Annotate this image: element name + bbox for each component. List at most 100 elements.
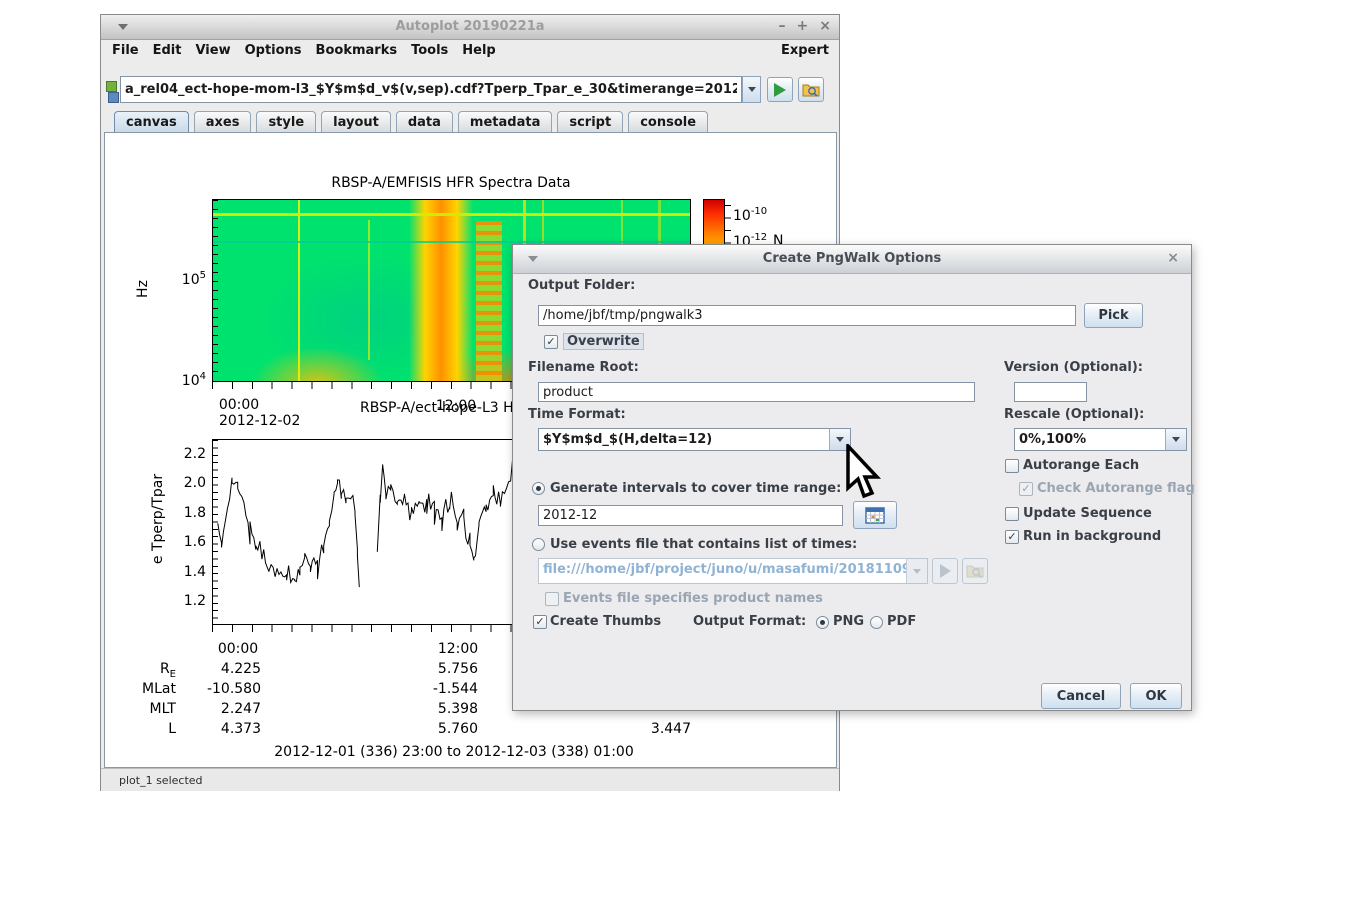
lineplot-xtick-1200: 12:00 — [428, 641, 488, 657]
menu-view[interactable]: View — [195, 43, 230, 58]
rescale-combobox[interactable]: 0%,100% — [1014, 428, 1187, 451]
use-events-file-label[interactable]: Use events file that contains list of ti… — [550, 537, 857, 552]
spectrogram-title: RBSP-A/EMFISIS HFR Spectra Data — [301, 175, 601, 191]
time-range-input[interactable] — [538, 505, 843, 526]
rescale-dropdown-button[interactable] — [1165, 429, 1186, 450]
row-label: RE — [116, 661, 176, 680]
time-format-value: $Y$m$d_$(H,delta=12) — [539, 429, 829, 450]
uri-input[interactable] — [120, 76, 742, 103]
folder-search-icon — [966, 563, 984, 579]
tab-layout[interactable]: layout — [321, 111, 391, 133]
version-input[interactable] — [1014, 382, 1087, 402]
menu-options[interactable]: Options — [245, 43, 302, 58]
uri-history-dropdown-button[interactable] — [742, 76, 761, 103]
events-file-combobox: file:///home/jbf/project/juno/u/masafumi… — [538, 558, 928, 584]
filename-root-input[interactable] — [538, 382, 975, 402]
minimize-button[interactable]: – — [779, 18, 786, 34]
use-events-file-radio[interactable] — [532, 538, 545, 551]
row-label: L — [116, 721, 176, 740]
expert-mode-label[interactable]: Expert — [781, 43, 829, 58]
autorange-each-checkbox[interactable] — [1005, 459, 1019, 473]
time-format-combobox[interactable]: $Y$m$d_$(H,delta=12) — [538, 428, 851, 451]
time-format-label: Time Format: — [528, 407, 626, 422]
status-bar: plot_1 selected — [101, 768, 839, 791]
generate-intervals-radio[interactable] — [532, 482, 545, 495]
folder-search-icon — [802, 82, 820, 98]
menu-tools[interactable]: Tools — [411, 43, 448, 58]
tab-style[interactable]: style — [256, 111, 316, 133]
run-in-background-label[interactable]: Run in background — [1023, 529, 1161, 544]
menu-help[interactable]: Help — [462, 43, 495, 58]
tab-axes[interactable]: axes — [194, 111, 252, 133]
update-sequence-checkbox[interactable] — [1005, 507, 1019, 521]
overwrite-label[interactable]: Overwrite — [563, 333, 644, 350]
tab-canvas[interactable]: canvas — [114, 111, 189, 133]
play-icon — [774, 83, 786, 97]
menu-edit[interactable]: Edit — [153, 43, 182, 58]
overwrite-checkbox[interactable] — [544, 335, 558, 349]
ok-button[interactable]: OK — [1130, 683, 1182, 709]
tab-bar: canvas axes style layout data metadata s… — [114, 111, 708, 133]
row-label: MLat — [116, 681, 176, 700]
dialog-title: Create PngWalk Options — [513, 251, 1191, 266]
chevron-down-icon — [748, 87, 756, 92]
events-file-value: file:///home/jbf/project/juno/u/masafumi… — [539, 559, 906, 583]
generate-intervals-label[interactable]: Generate intervals to cover time range: — [550, 481, 841, 496]
pdf-label[interactable]: PDF — [887, 614, 916, 629]
dialog-titlebar: Create PngWalk Options × — [513, 245, 1191, 274]
check-autorange-flag-label: Check Autorange flag — [1037, 481, 1195, 496]
events-file-play-button — [932, 558, 958, 584]
events-specifies-label: Events file specifies product names — [563, 591, 823, 606]
calendar-button[interactable] — [853, 501, 897, 529]
time-range-label: 2012-12-01 (336) 23:00 to 2012-12-03 (33… — [204, 744, 704, 760]
tab-script[interactable]: script — [557, 111, 623, 133]
go-play-button[interactable] — [767, 77, 793, 102]
close-button[interactable]: × — [819, 18, 831, 34]
rescale-label: Rescale (Optional): — [1004, 407, 1144, 422]
pick-button[interactable]: Pick — [1084, 303, 1143, 328]
lineplot-ytick-2.2: 2.2 — [161, 446, 206, 462]
row-value: 5.760 — [418, 721, 478, 737]
filename-root-label: Filename Root: — [528, 360, 639, 375]
tab-console[interactable]: console — [628, 111, 708, 133]
status-text: plot_1 selected — [119, 774, 203, 787]
png-label[interactable]: PNG — [833, 614, 864, 629]
tab-metadata[interactable]: metadata — [458, 111, 552, 133]
row-value: 4.373 — [201, 721, 261, 737]
time-format-dropdown-button[interactable] — [829, 429, 850, 450]
tab-data[interactable]: data — [396, 111, 453, 133]
output-format-label: Output Format: — [693, 614, 806, 629]
row-value: 3.447 — [631, 721, 691, 737]
create-thumbs-checkbox[interactable] — [533, 615, 547, 629]
maximize-button[interactable]: + — [797, 18, 809, 34]
cancel-button[interactable]: Cancel — [1041, 683, 1121, 709]
run-in-background-checkbox[interactable] — [1005, 530, 1019, 544]
row-value: 2.247 — [201, 701, 261, 717]
spectrogram-ytick-1e5: 105 — [161, 270, 206, 288]
row-value: -1.544 — [418, 681, 478, 697]
output-folder-label: Output Folder: — [528, 278, 635, 293]
update-sequence-label[interactable]: Update Sequence — [1023, 506, 1152, 521]
row-value: 5.398 — [418, 701, 478, 717]
menu-bookmarks[interactable]: Bookmarks — [316, 43, 398, 58]
row-value: -10.580 — [201, 681, 261, 697]
spectrogram-y-ticks — [213, 200, 218, 380]
inspect-uri-button[interactable] — [798, 77, 824, 102]
create-thumbs-label[interactable]: Create Thumbs — [550, 614, 661, 629]
check-autorange-flag-checkbox — [1019, 482, 1033, 496]
row-value: 5.756 — [418, 661, 478, 677]
autorange-each-label[interactable]: Autorange Each — [1023, 458, 1139, 473]
dialog-close-button[interactable]: × — [1167, 250, 1179, 266]
pdf-radio[interactable] — [870, 616, 883, 629]
lineplot-ytick-1.6: 1.6 — [161, 534, 206, 550]
table-row: L 4.373 5.760 3.447 — [105, 721, 705, 738]
lineplot-y-ticks — [213, 440, 218, 622]
menu-file[interactable]: File — [112, 43, 139, 58]
window-title: Autoplot 20190221a — [101, 19, 839, 34]
spectrogram-y-label: Hz — [135, 269, 151, 309]
window-titlebar: Autoplot 20190221a – + × — [101, 15, 839, 40]
png-radio[interactable] — [816, 616, 829, 629]
output-folder-input[interactable] — [538, 305, 1076, 326]
events-file-dropdown-button — [906, 559, 927, 583]
lineplot-ytick-2.0: 2.0 — [161, 475, 206, 491]
